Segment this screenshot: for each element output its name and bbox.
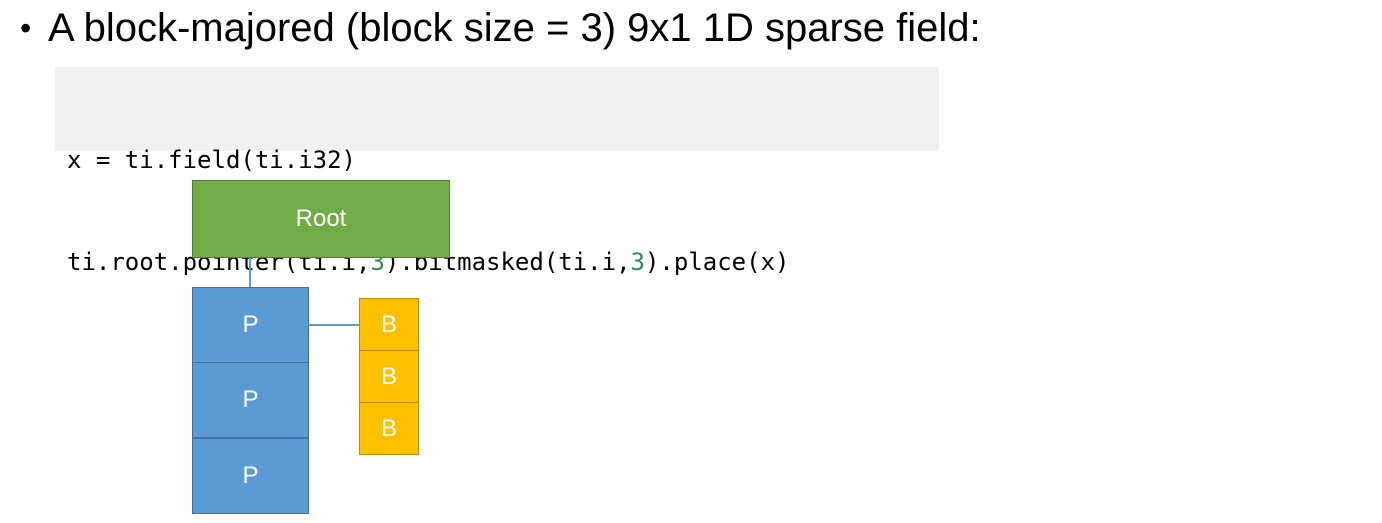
code-line-1-text: x = ti.field(ti.i32) — [67, 146, 356, 174]
pointer-cell: P — [192, 438, 309, 514]
bitmask-cell: B — [359, 350, 419, 403]
code-block: x = ti.field(ti.i32) ti.root.pointer(ti.… — [55, 67, 939, 276]
bitmask-label: B — [380, 414, 397, 442]
bitmask-label: B — [380, 362, 397, 390]
heading-text: A block-majored (block size = 3) 9x1 1D … — [48, 6, 981, 50]
code-line-2-part-b: ).bitmasked(ti.i, — [384, 248, 631, 276]
pointer-to-bitmask-connector — [309, 324, 359, 326]
code-number-literal: 3 — [630, 248, 645, 276]
pointer-label: P — [242, 462, 259, 489]
pointer-label: P — [242, 386, 259, 413]
bitmask-cell: B — [359, 402, 419, 455]
pointer-cell: P — [192, 362, 309, 438]
pointer-label: P — [242, 311, 259, 338]
code-line-2: ti.root.pointer(ti.i,3).bitmasked(ti.i,3… — [67, 245, 939, 279]
code-line-2-part-a: ti.root.pointer(ti.i, — [67, 248, 371, 276]
code-line-1: x = ti.field(ti.i32) — [67, 143, 939, 177]
bitmask-label: B — [380, 310, 397, 338]
bullet-heading: • A block-majored (block size = 3) 9x1 1… — [20, 2, 981, 54]
code-number-literal: 3 — [370, 248, 385, 276]
code-line-2-part-c: ).place(x) — [644, 248, 790, 276]
bullet-icon: • — [20, 10, 32, 46]
